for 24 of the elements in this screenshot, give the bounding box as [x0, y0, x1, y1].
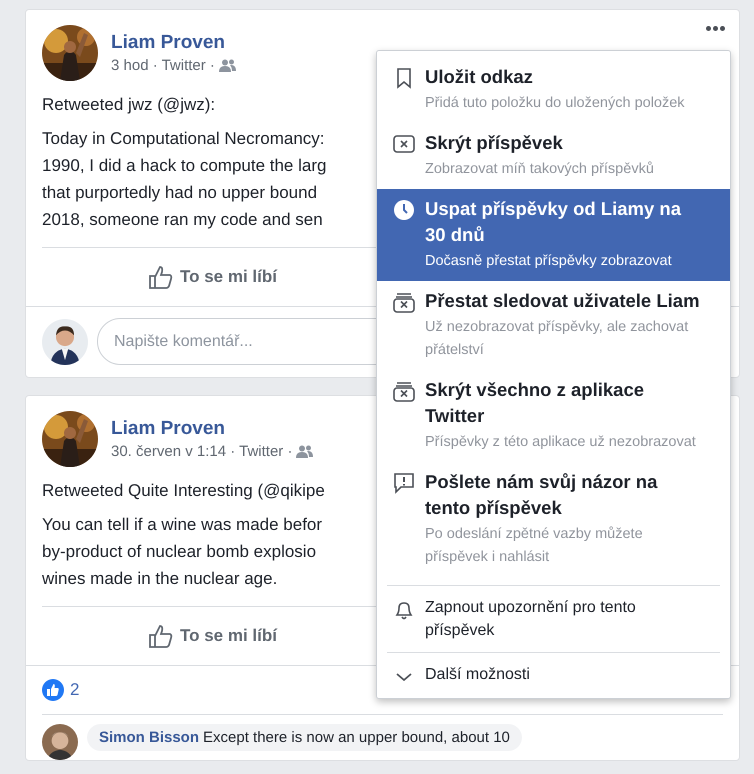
post-text: Today in Computational Necromancy:	[42, 128, 326, 150]
retweet-line: Retweeted Quite Interesting (@qikipe	[42, 481, 326, 501]
menu-item-title: Skrýt příspěvek	[425, 131, 564, 155]
menu-item-description: Už nezobrazovat příspěvky, ale zachovat přátelství	[425, 318, 690, 360]
post-text: wines made in the nuclear age.	[42, 568, 278, 590]
retweet-line: Retweeted jwz (@jwz):	[42, 95, 216, 115]
menu-item-description: Po odeslání zpětné vazby můžete příspěvek i nahlásit	[425, 525, 644, 567]
menu-item-title: Přestat sledovat uživatele Liam	[425, 289, 701, 313]
menu-item-description: Dočasně přestat příspěvky zobrazovat	[425, 252, 673, 271]
menu-item-description: Příspěvky z této aplikace už nezobrazovat	[425, 433, 697, 452]
post-text: 1990, I did a hack to compute the larg	[42, 155, 328, 177]
menu-item-title: Uspat příspěvky od Liamy na 30 dnů	[425, 197, 682, 247]
menu-item-description: Zobrazovat míň takových příspěvků	[425, 160, 654, 179]
post-text: that purportedly had no upper bound	[42, 182, 318, 204]
post-text: by-product of nuclear bomb explosio	[42, 541, 318, 563]
post-meta: 3 hod · Twitter ·	[111, 57, 215, 74]
post-text: You can tell if a wine was made befor	[42, 514, 324, 536]
post-meta: 30. červen v 1:14 · Twitter ·	[111, 443, 292, 460]
menu-item-title: Uložit odkaz	[425, 65, 534, 89]
menu-item-title: Pošlete nám svůj názor na tento příspěvek	[425, 470, 658, 520]
menu-item-title: Skrýt všechno z aplikace Twitter	[425, 378, 646, 428]
menu-item-description: Přidá tuto položku do uložených položek	[425, 94, 685, 113]
comment-text: Except there is now an upper bound, about 10	[203, 729, 510, 746]
post-text: 2018, someone ran my code and sen	[42, 209, 324, 231]
